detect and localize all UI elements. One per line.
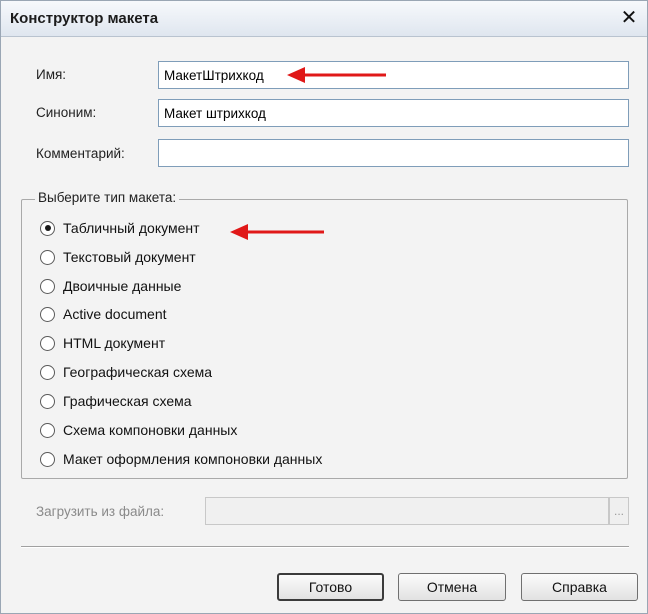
comment-label: Комментарий: <box>36 146 125 161</box>
radio-icon[interactable] <box>40 278 55 294</box>
radio-icon[interactable] <box>40 451 55 467</box>
radio-icon[interactable] <box>40 422 55 438</box>
synonym-label: Синоним: <box>36 105 97 120</box>
radio-selected-icon[interactable] <box>40 220 55 236</box>
load-from-file-label: Загрузить из файла: <box>36 504 165 519</box>
radio-icon[interactable] <box>40 306 55 322</box>
template-type-option-label: HTML документ <box>63 335 166 351</box>
template-type-option-label: Табличный документ <box>63 220 200 236</box>
name-input[interactable] <box>158 61 629 89</box>
browse-file-button[interactable]: ... <box>609 497 629 525</box>
dialog-titlebar[interactable]: Конструктор макета ✕ <box>1 1 647 37</box>
template-type-legend: Выберите тип макета: <box>35 190 180 205</box>
dialog-title: Конструктор макета <box>10 10 159 27</box>
selected-type-pointer-arrow-icon <box>230 224 324 240</box>
template-type-option-label: Текстовый документ <box>63 249 196 265</box>
template-type-option[interactable]: Текстовый документ <box>40 246 196 268</box>
radio-icon[interactable] <box>40 364 55 380</box>
synonym-input[interactable] <box>158 99 629 127</box>
ok-button[interactable]: Готово <box>277 573 384 601</box>
close-icon[interactable]: ✕ <box>617 6 641 30</box>
radio-icon[interactable] <box>40 249 55 265</box>
template-type-option[interactable]: Табличный документ <box>40 217 200 239</box>
template-type-option-label: Графическая схема <box>63 393 192 409</box>
cancel-button[interactable]: Отмена <box>398 573 506 601</box>
radio-icon[interactable] <box>40 393 55 409</box>
name-label: Имя: <box>36 67 67 82</box>
template-type-option[interactable]: Географическая схема <box>40 361 212 383</box>
template-type-option[interactable]: Двоичные данные <box>40 275 181 297</box>
template-type-option[interactable]: Макет оформления компоновки данных <box>40 448 322 470</box>
template-type-option-label: Макет оформления компоновки данных <box>63 451 323 467</box>
radio-icon[interactable] <box>40 335 55 351</box>
template-type-option-label: Схема компоновки данных <box>63 422 238 438</box>
template-type-option[interactable]: HTML документ <box>40 332 165 354</box>
template-type-option[interactable]: Схема компоновки данных <box>40 419 237 441</box>
template-type-option[interactable]: Active document <box>40 303 167 325</box>
template-constructor-dialog: Конструктор макета ✕ Имя: Синоним: Комме… <box>0 0 648 614</box>
bottom-divider-highlight <box>21 547 629 548</box>
template-type-option-label: Active document <box>63 306 167 322</box>
template-type-option-label: Двоичные данные <box>63 278 182 294</box>
comment-input[interactable] <box>158 139 629 167</box>
help-button[interactable]: Справка <box>521 573 638 601</box>
load-from-file-input[interactable] <box>205 497 609 525</box>
name-pointer-arrow-icon <box>287 67 386 83</box>
template-type-option-label: Географическая схема <box>63 364 213 380</box>
template-type-option[interactable]: Графическая схема <box>40 390 192 412</box>
